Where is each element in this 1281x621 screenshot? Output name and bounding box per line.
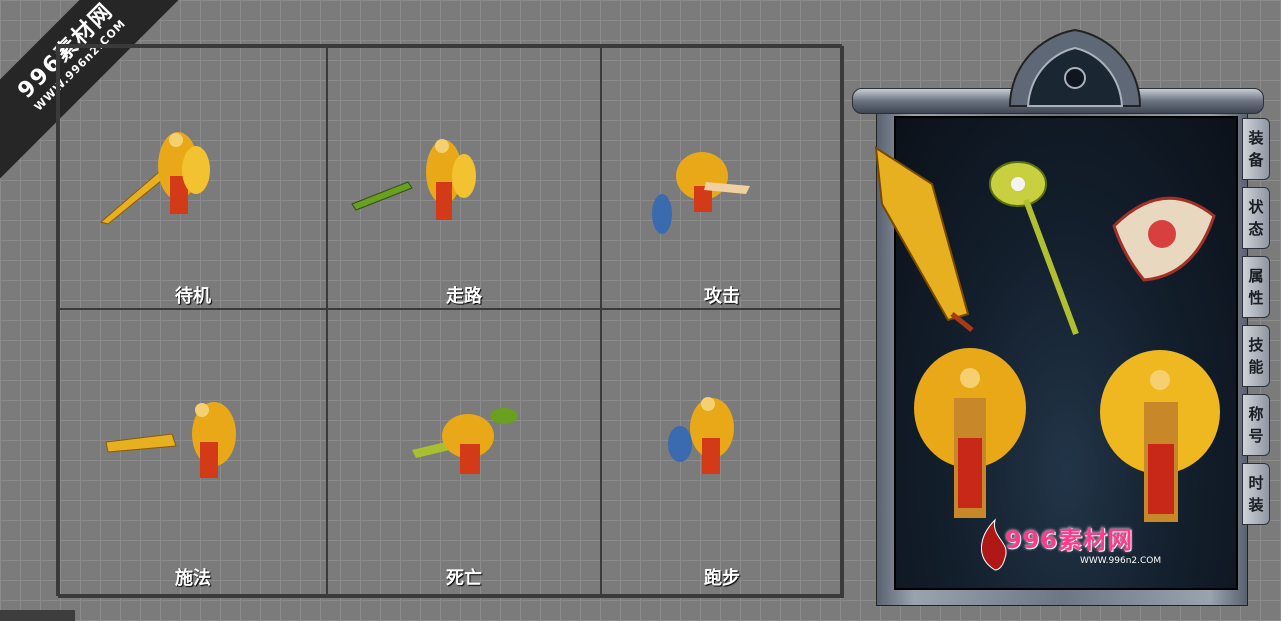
animation-label: 死亡 [446, 568, 482, 589]
animation-label: 跑步 [704, 568, 740, 589]
brand-title: 996素材网 [1005, 526, 1134, 554]
equipment-side-tabs: 装 备 状 态 属 性 技 能 称 号 时 装 [1242, 118, 1272, 532]
tab-titles[interactable]: 称 号 [1242, 394, 1270, 456]
tab-skills[interactable]: 技 能 [1242, 325, 1270, 387]
tab-attributes[interactable]: 属 性 [1242, 256, 1270, 318]
armor-set-female[interactable] [1096, 340, 1226, 530]
jade-staff-item[interactable] [988, 144, 1088, 344]
walk-sprite [351, 139, 476, 220]
feather-fan-item[interactable] [1104, 176, 1224, 286]
animation-cell-walk[interactable]: 走路 [326, 46, 602, 310]
animation-label: 攻击 [704, 286, 740, 307]
animation-label: 待机 [175, 286, 211, 307]
armor-set-male[interactable] [910, 338, 1030, 528]
crown-ornament [1008, 28, 1142, 107]
cast-sprite [105, 402, 236, 478]
tab-equipment[interactable]: 装 备 [1242, 118, 1270, 180]
animation-cell-idle[interactable]: 待机 [58, 46, 328, 310]
brand-url: WWW.996n2.COM [1080, 556, 1162, 566]
animation-cell-attack[interactable]: 攻击 [600, 46, 844, 310]
death-sprite [412, 408, 518, 474]
tab-fashion[interactable]: 时 装 [1242, 463, 1270, 525]
animation-cell-death[interactable]: 死亡 [326, 308, 602, 598]
animation-grid: 待机 走路 攻击 施法 死亡 跑步 [56, 44, 844, 598]
animation-cell-run[interactable]: 跑步 [600, 308, 844, 598]
attack-sprite [652, 152, 750, 234]
animation-cell-cast[interactable]: 施法 [58, 308, 328, 598]
golden-blade-item[interactable] [872, 144, 982, 334]
brand-logo: 996素材网 WWW.996n2.COM [975, 518, 1175, 573]
animation-label: 施法 [175, 568, 211, 589]
tab-status[interactable]: 状 态 [1242, 187, 1270, 249]
bottom-left-bar [0, 610, 75, 621]
animation-label: 走路 [446, 286, 482, 307]
idle-sprite [99, 132, 210, 225]
run-sprite [668, 397, 734, 474]
